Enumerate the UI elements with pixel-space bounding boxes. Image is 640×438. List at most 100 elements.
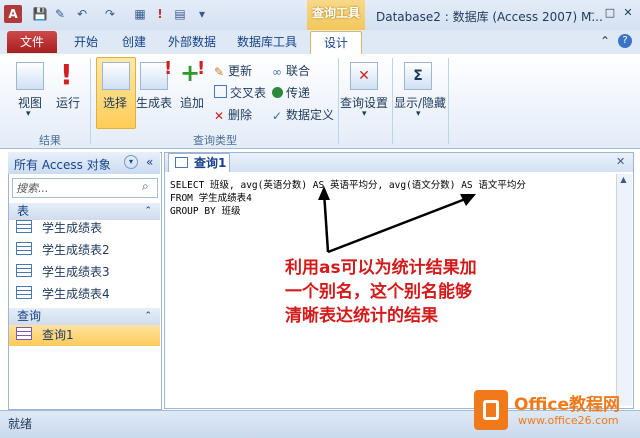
section-collapse-icon[interactable]: ⌃ [144, 308, 152, 325]
delete-button[interactable]: ✕ 删除 [214, 106, 252, 123]
ribbon-separator [338, 58, 339, 144]
tab-design[interactable]: 设计 [310, 31, 362, 55]
access-app-icon[interactable]: A [4, 5, 22, 23]
arrow-head-left [318, 186, 330, 200]
window-title: Database2 : 数据库 (Access 2007) M... [376, 10, 603, 24]
table-icon [16, 286, 32, 299]
tab-create[interactable]: 创建 [114, 31, 154, 53]
document-tab-label: 查询1 [194, 156, 227, 170]
nav-item-table[interactable]: 学生成绩表4 [16, 284, 110, 304]
annotation-text: 利用as可以为统计结果加 一个别名，这个别名能够 清晰表达统计的结果 [285, 256, 477, 328]
show-hide-dropdown-icon[interactable]: ▾ [416, 109, 421, 119]
sql-line: FROM 学生成绩表4 [170, 193, 252, 204]
make-table-exclaim-icon: ! [164, 58, 173, 79]
data-definition-icon: ✓ [272, 109, 283, 123]
query-setup-icon: ✕ [350, 62, 378, 90]
crosstab-label: 交叉表 [230, 86, 267, 100]
nav-item-label: 查询1 [42, 328, 74, 342]
save-icon[interactable]: 💾 [32, 6, 48, 22]
table-icon[interactable]: ▤ [172, 6, 188, 22]
ribbon-separator [392, 58, 393, 144]
annotation-arrows [318, 186, 476, 254]
select-button-label: 选择 [102, 96, 127, 110]
nav-item-query[interactable]: 查询1 [16, 325, 74, 345]
view-icon[interactable]: ▦ [132, 6, 148, 22]
arrow-line-left [322, 191, 330, 253]
update-button[interactable]: ✎ 更新 [214, 62, 252, 79]
update-label: 更新 [228, 64, 253, 78]
arrow-line-right [327, 196, 469, 254]
search-icon[interactable]: ⌕ [142, 179, 149, 194]
pass-through-button[interactable]: 传递 [272, 84, 310, 101]
minimize-button[interactable]: – [584, 5, 600, 21]
sigma-totals-icon: Σ [404, 62, 432, 90]
select-query-icon [102, 62, 130, 90]
union-label: 联合 [286, 64, 311, 78]
query-tab-icon [175, 157, 188, 168]
nav-item-table[interactable]: 学生成绩表3 [16, 262, 110, 282]
section-collapse-icon[interactable]: ⌃ [144, 203, 152, 220]
scroll-up-icon[interactable]: ▲ [617, 175, 630, 187]
crosstab-button[interactable]: 交叉表 [214, 84, 266, 101]
annotation-line: 一个别名，这个别名能够 [285, 282, 472, 302]
watermark-url: www.office26.com [518, 414, 619, 427]
results-group-label: 结果 [39, 134, 61, 147]
data-definition-button[interactable]: ✓ 数据定义 [272, 106, 334, 123]
run-icon[interactable]: ! [152, 6, 168, 22]
nav-section-tables-title: 表 [17, 204, 30, 218]
union-button[interactable]: ∞ 联合 [272, 62, 310, 79]
tab-home[interactable]: 开始 [66, 31, 106, 53]
nav-item-table[interactable]: 学生成绩表 [16, 218, 102, 238]
nav-search-input[interactable]: 搜索... [16, 180, 49, 196]
run-button[interactable]: 运行 [52, 94, 84, 111]
edit-icon[interactable]: ✎ [52, 6, 68, 22]
office-logo-icon [474, 390, 508, 430]
view-dropdown-icon[interactable]: ▾ [26, 109, 31, 119]
context-tab-title: 查询工具 [307, 0, 365, 30]
tab-database-tools[interactable]: 数据库工具 [232, 31, 302, 53]
maximize-button[interactable]: □ [602, 5, 618, 21]
help-icon[interactable]: ? [618, 34, 632, 48]
nav-item-table[interactable]: 学生成绩表2 [16, 240, 110, 260]
make-table-button[interactable]: 生成表 [134, 94, 174, 111]
watermark-brand: Office教程网 [514, 395, 621, 415]
vertical-scrollbar[interactable] [616, 174, 632, 406]
help-minimize-icon[interactable]: ⌃ [600, 34, 610, 48]
ribbon-separator [448, 58, 449, 144]
table-icon [16, 242, 32, 255]
sql-line: GROUP BY 班级 [170, 206, 241, 217]
append-button[interactable]: 追加 [176, 94, 208, 111]
close-button[interactable]: ✕ [620, 5, 636, 21]
query-setup-dropdown-icon[interactable]: ▾ [362, 109, 367, 119]
tab-file[interactable]: 文件 [7, 31, 57, 53]
crosstab-icon [214, 85, 227, 98]
nav-item-label: 学生成绩表2 [42, 243, 110, 257]
ribbon-separator [90, 58, 91, 144]
document-tab-bar [164, 152, 634, 174]
annotation-line: 利用as可以为统计结果加 [285, 258, 477, 278]
customize-qat-icon[interactable]: ▾ [194, 6, 210, 22]
union-rings-icon: ∞ [272, 65, 282, 79]
delete-label: 删除 [228, 108, 253, 122]
nav-menu-chevron-icon[interactable]: ▾ [124, 155, 138, 169]
nav-section-queries[interactable]: 查询 ⌃ [9, 308, 160, 325]
status-text: 就绪 [8, 417, 33, 431]
table-icon [16, 220, 32, 233]
append-exclaim-icon: ! [197, 58, 206, 79]
redo-icon[interactable]: ↷ [102, 6, 118, 22]
annotation-line: 清晰表达统计的结果 [285, 306, 438, 326]
office-logo-ring [483, 400, 499, 420]
nav-item-label: 学生成绩表4 [42, 287, 110, 301]
collapse-pane-icon[interactable]: « [146, 155, 153, 169]
document-tab[interactable]: 查询1 [168, 153, 230, 173]
close-document-icon[interactable]: ✕ [616, 155, 625, 168]
nav-item-label: 学生成绩表3 [42, 265, 110, 279]
data-definition-label: 数据定义 [286, 108, 335, 122]
pass-through-label: 传递 [286, 86, 311, 100]
datasheet-view-icon [16, 62, 44, 90]
delete-x-icon: ✕ [214, 109, 225, 123]
nav-section-queries-title: 查询 [17, 309, 42, 323]
undo-icon[interactable]: ↶ [74, 6, 90, 22]
tab-external-data[interactable]: 外部数据 [164, 31, 220, 53]
query-type-group-label: 查询类型 [193, 134, 237, 147]
